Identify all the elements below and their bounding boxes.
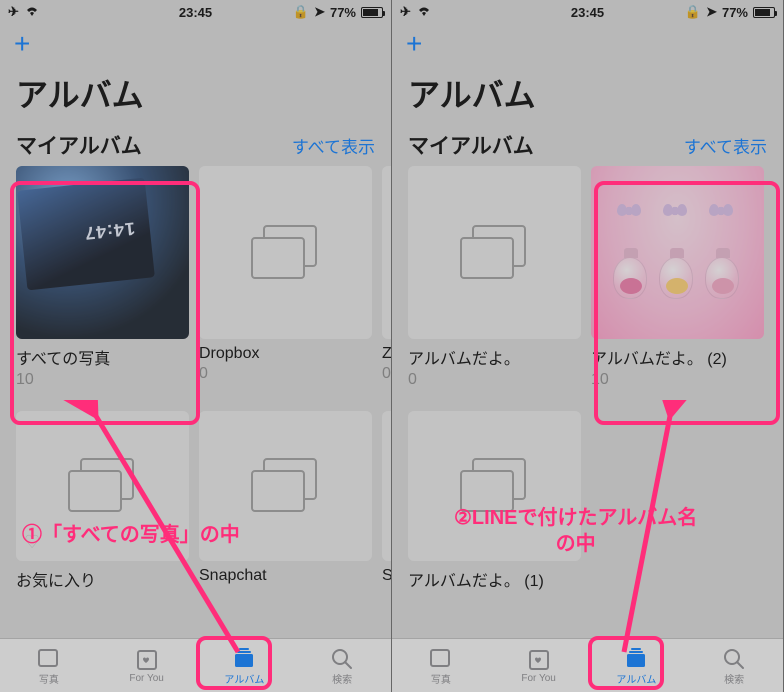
location-icon: ➤ bbox=[706, 4, 717, 20]
section-header: マイアルバム すべて表示 bbox=[392, 130, 783, 166]
album-snapchat[interactable]: Snapchat bbox=[199, 411, 372, 591]
tab-for-you[interactable]: For You bbox=[98, 639, 196, 692]
album-thumb bbox=[591, 166, 764, 339]
status-bar: ✈ 23:45 🔒 ➤ 77% bbox=[0, 0, 391, 24]
album-name: Dropbox bbox=[199, 339, 372, 363]
album-count: 10 bbox=[16, 369, 189, 389]
battery-icon bbox=[753, 7, 775, 18]
stack-icon bbox=[68, 458, 138, 514]
tabbar: 写真 For You アルバム 検索 bbox=[392, 638, 783, 692]
album-thumb bbox=[382, 166, 392, 339]
album-all-photos[interactable]: すべての写真 10 bbox=[16, 166, 189, 389]
album-count: 10 bbox=[591, 369, 764, 389]
album-name: S bbox=[382, 561, 392, 585]
search-icon bbox=[721, 646, 747, 670]
phone-right: ✈ 23:45 🔒 ➤ 77% + アルバム マイアルバム すべて表示 アルバム… bbox=[392, 0, 784, 692]
album-name: Z bbox=[382, 339, 392, 363]
albums-row-2: ♡ お気に入り Snapchat S bbox=[0, 411, 391, 591]
album-name: アルバムだよ。 (2) bbox=[591, 339, 764, 369]
album-name: すべての写真 bbox=[16, 339, 189, 369]
show-all-link[interactable]: すべて表示 bbox=[292, 133, 375, 158]
stack-icon bbox=[460, 225, 530, 281]
lock-rotation-icon: 🔒 bbox=[685, 4, 701, 20]
album-dropbox[interactable]: Dropbox 0 bbox=[199, 166, 372, 389]
tab-search[interactable]: 検索 bbox=[293, 639, 391, 692]
tab-label: 検索 bbox=[724, 671, 744, 686]
album-cutoff[interactable]: Z 0 bbox=[382, 166, 392, 389]
page-title: アルバム bbox=[392, 62, 783, 130]
album-count: 0 bbox=[382, 363, 392, 383]
airplane-icon: ✈ bbox=[400, 4, 411, 20]
tab-label: For You bbox=[521, 673, 555, 684]
photos-icon bbox=[36, 646, 62, 670]
search-icon bbox=[329, 646, 355, 670]
albums-row-1: すべての写真 10 Dropbox 0 Z 0 bbox=[0, 166, 391, 389]
tab-label: For You bbox=[129, 673, 163, 684]
album-line-2[interactable]: アルバムだよ。 (2) 10 bbox=[591, 166, 764, 389]
album-thumb bbox=[199, 166, 372, 339]
add-button[interactable]: + bbox=[406, 28, 422, 59]
albums-icon bbox=[623, 646, 649, 670]
tabbar: 写真 For You アルバム 検索 bbox=[0, 638, 391, 692]
tab-label: アルバム bbox=[616, 671, 656, 686]
section-title: マイアルバム bbox=[408, 130, 534, 160]
for-you-icon bbox=[526, 648, 552, 672]
album-line-1b[interactable]: アルバムだよ。 (1) bbox=[408, 411, 581, 591]
page-title: アルバム bbox=[0, 62, 391, 130]
tab-albums[interactable]: アルバム bbox=[196, 639, 294, 692]
status-time: 23:45 bbox=[571, 5, 604, 20]
location-icon: ➤ bbox=[314, 4, 325, 20]
album-thumb bbox=[408, 166, 581, 339]
album-name: Snapchat bbox=[199, 561, 372, 585]
tab-photos[interactable]: 写真 bbox=[0, 639, 98, 692]
tab-label: 検索 bbox=[332, 671, 352, 686]
status-time: 23:45 bbox=[179, 5, 212, 20]
albums-row-1: アルバムだよ。 0 アルバムだよ。 (2) 10 bbox=[392, 166, 783, 389]
tab-label: 写真 bbox=[39, 671, 59, 686]
phone-left: ✈ 23:45 🔒 ➤ 77% + アルバム マイアルバム すべて表示 すべての… bbox=[0, 0, 392, 692]
lock-rotation-icon: 🔒 bbox=[293, 4, 309, 20]
album-count: 0 bbox=[199, 363, 372, 383]
status-bar: ✈ 23:45 🔒 ➤ 77% bbox=[392, 0, 783, 24]
section-header: マイアルバム すべて表示 bbox=[0, 130, 391, 166]
annotation-text-1: ①「すべての写真」の中 bbox=[22, 522, 240, 548]
album-thumb bbox=[382, 411, 392, 561]
album-count: 0 bbox=[408, 369, 581, 389]
photos-icon bbox=[428, 646, 454, 670]
albums-row-2: アルバムだよ。 (1) bbox=[392, 411, 783, 591]
tab-label: アルバム bbox=[224, 671, 264, 686]
stack-icon bbox=[251, 458, 321, 514]
show-all-link[interactable]: すべて表示 bbox=[684, 133, 767, 158]
album-thumb bbox=[16, 166, 189, 339]
tab-albums[interactable]: アルバム bbox=[588, 639, 686, 692]
stack-icon bbox=[251, 225, 321, 281]
wifi-icon bbox=[416, 5, 432, 20]
album-name: アルバムだよ。 bbox=[408, 339, 581, 369]
section-title: マイアルバム bbox=[16, 130, 142, 160]
for-you-icon bbox=[134, 648, 160, 672]
albums-icon bbox=[231, 646, 257, 670]
battery-icon bbox=[361, 7, 383, 18]
album-line-1[interactable]: アルバムだよ。 0 bbox=[408, 166, 581, 389]
add-button[interactable]: + bbox=[14, 28, 30, 59]
tab-label: 写真 bbox=[431, 671, 451, 686]
tab-photos[interactable]: 写真 bbox=[392, 639, 490, 692]
album-name: お気に入り bbox=[16, 561, 189, 591]
wifi-icon bbox=[24, 5, 40, 20]
album-cutoff[interactable]: S bbox=[382, 411, 392, 591]
album-name: アルバムだよ。 (1) bbox=[408, 561, 581, 591]
airplane-icon: ✈ bbox=[8, 4, 19, 20]
battery-pct: 77% bbox=[722, 5, 748, 20]
annotation-text-2: ②LINEで付けたアルバム名 の中 bbox=[454, 505, 697, 557]
tab-for-you[interactable]: For You bbox=[490, 639, 588, 692]
album-favorites[interactable]: ♡ お気に入り bbox=[16, 411, 189, 591]
battery-pct: 77% bbox=[330, 5, 356, 20]
tab-search[interactable]: 検索 bbox=[685, 639, 783, 692]
